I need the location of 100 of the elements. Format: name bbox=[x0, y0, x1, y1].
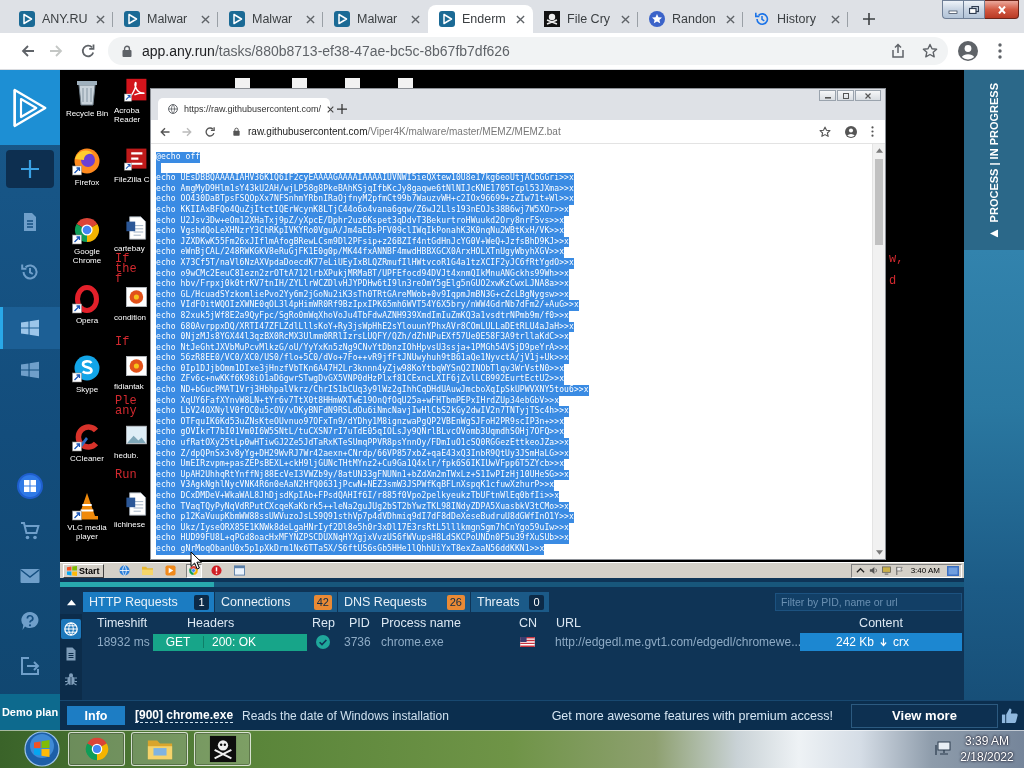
start-button[interactable] bbox=[22, 731, 62, 767]
desktop-shortcut[interactable]: Google Chrome bbox=[62, 213, 112, 265]
view-more-button[interactable]: View more bbox=[851, 703, 998, 728]
close-icon[interactable] bbox=[306, 14, 315, 24]
taskbar-button[interactable] bbox=[194, 732, 251, 766]
tray-clock[interactable]: 3:40 AM bbox=[910, 566, 940, 575]
close-icon[interactable] bbox=[201, 14, 210, 24]
plus-icon[interactable] bbox=[337, 104, 347, 114]
close-icon[interactable] bbox=[96, 14, 105, 24]
desktop-shortcut[interactable]: Opera bbox=[62, 282, 112, 325]
circle-app-icon bbox=[72, 353, 102, 383]
close-icon[interactable] bbox=[726, 14, 735, 24]
avatar-icon[interactable] bbox=[845, 125, 857, 138]
home-link[interactable] bbox=[0, 70, 60, 145]
desktop-shortcut[interactable]: cartebay bbox=[113, 216, 150, 253]
browser-tab[interactable]: Malwar bbox=[113, 5, 218, 33]
play-logo-icon bbox=[19, 11, 35, 27]
browser-tab[interactable]: History bbox=[743, 5, 848, 33]
desktop-shortcut[interactable]: FileZilla C bbox=[113, 147, 150, 184]
process-link[interactable]: [900] chrome.exe bbox=[135, 708, 234, 723]
browser-tab[interactable]: Malwar bbox=[218, 5, 323, 33]
network-icon[interactable] bbox=[934, 741, 952, 757]
view-tab[interactable] bbox=[61, 619, 81, 639]
desktop-shortcut[interactable]: iichinese bbox=[113, 492, 150, 529]
flag-icon bbox=[520, 637, 535, 647]
minimize-button[interactable] bbox=[819, 90, 836, 101]
count-badge: 42 bbox=[313, 594, 332, 610]
table-cell: http://edgedl.me.gvt1.com/edgedl/chromewe... bbox=[555, 635, 800, 649]
restore-button[interactable] bbox=[963, 0, 985, 19]
address-bar[interactable]: app.any.run/tasks/880b8713-ef38-47ae-bc5c-8b67fb7df626 bbox=[108, 37, 948, 65]
filter-field[interactable]: Filter by PID, name or url bbox=[775, 593, 962, 611]
globe-icon bbox=[64, 622, 78, 636]
process-panel-toggle[interactable]: PROCESS | IN PROGRESS bbox=[964, 70, 1024, 250]
scroll-up-icon[interactable] bbox=[875, 148, 883, 153]
event-description: Reads the date of Windows installation bbox=[242, 708, 449, 723]
plus-icon bbox=[863, 13, 875, 25]
scroll-thumb[interactable] bbox=[875, 159, 883, 245]
lock-icon bbox=[122, 45, 132, 57]
minimize-button[interactable] bbox=[942, 0, 963, 19]
scrollbar[interactable] bbox=[872, 144, 885, 559]
scroll-down-icon[interactable] bbox=[875, 550, 883, 555]
desktop-shortcut[interactable]: VLC media player bbox=[62, 489, 112, 541]
network-tab[interactable]: Connections 42 bbox=[215, 592, 337, 612]
play-logo-icon bbox=[334, 11, 350, 27]
check-circle-icon bbox=[316, 635, 330, 649]
star-icon[interactable] bbox=[819, 125, 831, 138]
history-icon bbox=[20, 262, 40, 282]
thumbs-up-icon[interactable] bbox=[1001, 707, 1018, 724]
column-header: URL bbox=[555, 616, 582, 630]
content-badge[interactable]: 242 Kb crx bbox=[800, 633, 962, 651]
count-badge: 26 bbox=[446, 594, 465, 610]
start-button[interactable]: Start bbox=[63, 563, 104, 578]
desktop-shortcut[interactable]: condition bbox=[113, 285, 150, 322]
demo-plan-button[interactable]: Demo plan bbox=[0, 694, 60, 730]
plus-icon bbox=[20, 159, 40, 179]
desktop-shortcut[interactable]: hedub. bbox=[113, 423, 150, 460]
window-tile-icon[interactable] bbox=[947, 565, 959, 576]
clock-time[interactable]: 3:39 AM bbox=[965, 733, 1009, 749]
browser-tab[interactable]: File Cry bbox=[533, 5, 638, 33]
caret-up-icon bbox=[66, 597, 76, 607]
desktop-shortcut[interactable]: Recycle Bin bbox=[62, 75, 112, 118]
landscape-image-icon bbox=[124, 423, 148, 447]
close-icon[interactable] bbox=[516, 14, 525, 24]
close-button[interactable] bbox=[855, 90, 881, 101]
menu-icon[interactable] bbox=[871, 126, 874, 137]
app-tile-icon bbox=[124, 147, 148, 171]
column-header: CN bbox=[518, 616, 539, 630]
monitor-icon[interactable] bbox=[881, 566, 891, 575]
browser-tab[interactable]: Enderm bbox=[428, 5, 533, 33]
desktop-shortcut[interactable]: Firefox bbox=[62, 144, 112, 187]
network-tab[interactable]: Threats 0 bbox=[471, 592, 549, 612]
desktop-shortcut[interactable]: Acroba Reader bbox=[113, 78, 150, 124]
browser-tab[interactable]: ANY.RU bbox=[8, 5, 113, 33]
note-text-fragment: If bbox=[115, 254, 130, 264]
desktop-shortcut[interactable]: fidiantak bbox=[113, 354, 150, 391]
restore-button[interactable] bbox=[837, 90, 854, 101]
new-task-button[interactable] bbox=[6, 150, 54, 188]
network-tab[interactable]: DNS Requests 26 bbox=[338, 592, 470, 612]
network-tab[interactable]: HTTP Requests 1 bbox=[83, 592, 214, 612]
desktop-shortcut[interactable]: Skype bbox=[62, 351, 112, 394]
info-button[interactable]: Info bbox=[67, 706, 125, 725]
speaker-icon[interactable] bbox=[868, 566, 878, 575]
flag-icon[interactable] bbox=[894, 566, 904, 575]
close-icon[interactable] bbox=[831, 14, 840, 24]
browser-tab[interactable]: Malwar bbox=[323, 5, 428, 33]
share-icon bbox=[890, 43, 906, 59]
close-icon[interactable] bbox=[411, 14, 420, 24]
caret-icon bbox=[990, 229, 998, 238]
table-cell-text: chrome.exe bbox=[381, 635, 445, 649]
cart-icon bbox=[20, 520, 40, 541]
close-icon[interactable] bbox=[327, 105, 335, 113]
desktop-shortcut[interactable]: CCleaner bbox=[62, 420, 112, 463]
browser-tab[interactable]: Randon bbox=[638, 5, 743, 33]
close-button[interactable] bbox=[985, 0, 1019, 19]
browser-icon bbox=[72, 215, 102, 245]
back-arrow-icon[interactable] bbox=[159, 125, 171, 138]
reload-icon[interactable] bbox=[204, 125, 216, 138]
close-icon[interactable] bbox=[621, 14, 630, 24]
caret-icon[interactable] bbox=[855, 566, 865, 575]
sidebar-item[interactable] bbox=[0, 307, 60, 349]
